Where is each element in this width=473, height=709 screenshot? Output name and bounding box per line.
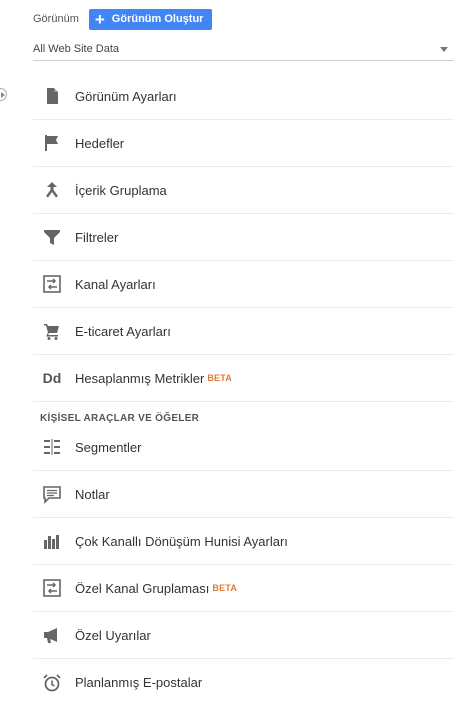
menu-item-label: Planlanmış E-postalar [75,675,203,690]
merge-icon [42,180,62,200]
view-menu: Görünüm Ayarları Hedefler İçerik Gruplam… [33,73,454,706]
menu-item-custom-alerts[interactable]: Özel Uyarılar [33,612,454,659]
dropdown-caret-icon [440,46,448,52]
menu-item-label: E-ticaret Ayarları [75,323,171,339]
beta-badge: BETA [212,583,238,593]
flag-icon [42,133,62,153]
menu-item-view-settings[interactable]: Görünüm Ayarları [33,73,454,120]
menu-item-label: Hesaplanmış Metrikler [75,370,205,386]
menu-item-custom-channel-grouping[interactable]: Özel Kanal Gruplaması BETA [33,565,454,612]
megaphone-icon [42,625,62,645]
menu-item-channel-settings[interactable]: Kanal Ayarları [33,261,454,308]
channel-icon [42,274,62,294]
create-view-button-label: Görünüm Oluştur [111,13,204,25]
menu-item-label: Özel Kanal Gruplaması [75,580,210,596]
menu-item-label: Filtreler [75,229,119,245]
dd-icon: Dd [42,370,62,386]
segments-icon [42,437,62,457]
menu-item-calculated-metrics[interactable]: Dd Hesaplanmış Metrikler BETA [33,355,454,402]
menu-item-label: Hedefler [75,135,125,151]
menu-item-annotations[interactable]: Notlar [33,471,454,518]
section-title-personal-tools: KİŞİSEL ARAÇLAR VE ÖĞELER [40,413,200,424]
menu-item-mcf-settings[interactable]: Çok Kanallı Dönüşüm Hunisi Ayarları [33,518,454,565]
view-selector[interactable]: All Web Site Data [33,38,454,61]
menu-item-label: Notlar [75,486,110,502]
menu-item-ecommerce-settings[interactable]: E-ticaret Ayarları [33,308,454,355]
beta-badge: BETA [207,373,232,383]
menu-item-label: Çok Kanallı Dönüşüm Hunisi Ayarları [75,533,288,549]
menu-item-segments[interactable]: Segmentler [33,424,454,471]
channel-icon [42,578,62,598]
plus-icon: + [94,9,105,29]
menu-item-label: Özel Uyarılar [75,627,151,643]
collapse-toggle-icon[interactable] [0,88,7,101]
cart-icon [42,321,62,341]
menu-item-label: İçerik Gruplama [75,182,167,198]
view-header: Görünüm + Görünüm Oluştur [33,8,213,30]
menu-item-goals[interactable]: Hedefler [33,120,454,167]
create-view-button[interactable]: + Görünüm Oluştur [88,8,213,30]
alarm-clock-icon [42,673,62,693]
menu-item-content-grouping[interactable]: İçerik Gruplama [33,167,454,214]
view-label: Görünüm [33,13,79,25]
menu-item-label: Görünüm Ayarları [75,88,177,104]
comment-icon [42,484,62,504]
filter-icon [42,227,62,247]
bar-chart-icon [42,531,62,551]
menu-item-label: Segmentler [75,439,142,455]
menu-item-scheduled-emails[interactable]: Planlanmış E-postalar [33,659,454,706]
view-selector-value: All Web Site Data [33,43,120,55]
menu-item-label: Kanal Ayarları [75,276,156,292]
menu-item-filters[interactable]: Filtreler [33,214,454,261]
document-icon [42,86,62,106]
